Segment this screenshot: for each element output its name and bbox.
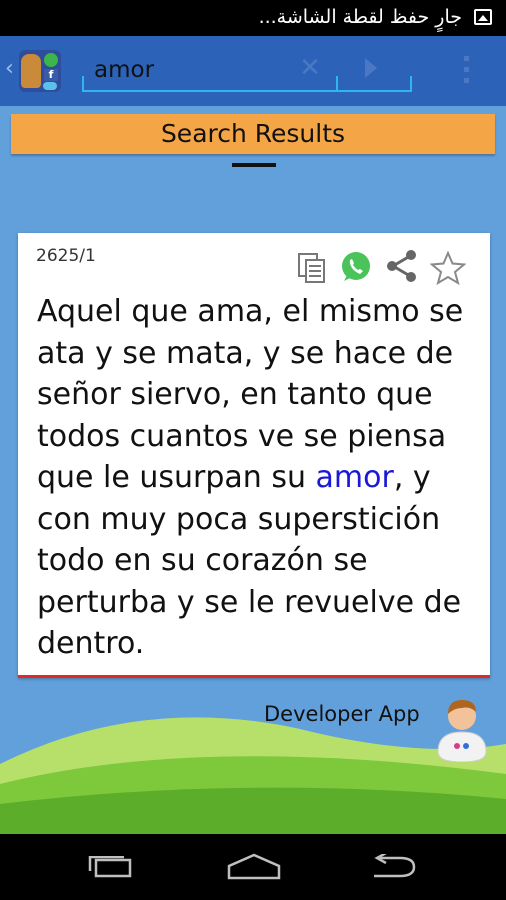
quote-card[interactable]: 2625/1 Aquel que ama, el mismo se ata y …	[18, 233, 490, 678]
action-bar: ‹ f ✕	[0, 36, 506, 106]
developer-app-label[interactable]: Developer App	[264, 702, 420, 726]
search-results-header: Search Results	[11, 114, 495, 154]
recent-apps-icon[interactable]	[88, 856, 132, 878]
status-bar: جارٍ حفظ لقطة الشاشة...	[0, 0, 506, 36]
overflow-menu-icon[interactable]	[464, 56, 470, 86]
play-arrow-icon[interactable]	[365, 58, 377, 78]
search-input[interactable]	[82, 50, 412, 92]
input-divider	[410, 76, 412, 92]
home-icon[interactable]	[226, 852, 282, 880]
close-icon[interactable]: ✕	[298, 55, 322, 81]
status-notification-text: جارٍ حفظ لقطة الشاشة...	[258, 6, 462, 28]
gallery-icon	[474, 9, 492, 25]
input-divider	[336, 76, 338, 92]
navigation-bar	[0, 834, 506, 900]
share-icon[interactable]	[384, 249, 418, 283]
chevron-left-icon[interactable]: ‹	[5, 56, 14, 81]
avatar-icon[interactable]	[436, 696, 488, 762]
input-divider	[82, 76, 84, 92]
quote-text: Aquel que ama, el mismo se ata y se mata…	[37, 291, 477, 665]
app-screen: ‹ f ✕ Search Results 2625/1	[0, 36, 506, 834]
quote-id: 2625/1	[36, 246, 96, 266]
whatsapp-icon[interactable]	[340, 251, 372, 283]
copy-icon[interactable]	[298, 253, 326, 283]
back-icon[interactable]	[370, 854, 418, 880]
search-keyword-highlight: amor	[315, 460, 394, 495]
app-logo-icon[interactable]: f	[19, 50, 61, 92]
star-icon[interactable]	[430, 251, 466, 285]
hills-background	[0, 717, 506, 834]
tab-indicator	[232, 163, 276, 167]
